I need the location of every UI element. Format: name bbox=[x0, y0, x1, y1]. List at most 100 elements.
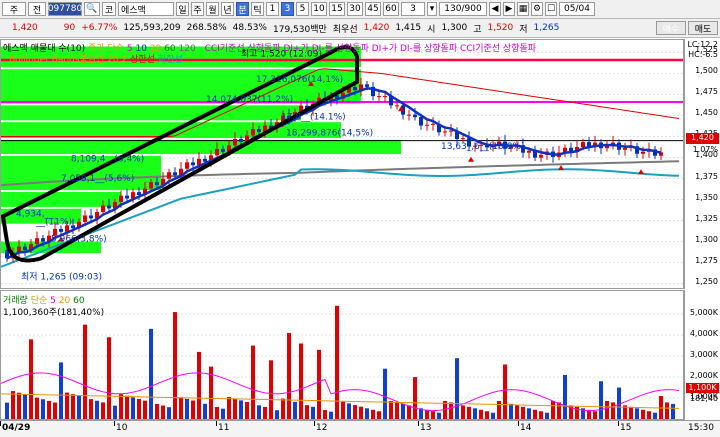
stock-name-field[interactable]: 에스맥 bbox=[118, 2, 174, 16]
time-label: 15 bbox=[620, 423, 632, 433]
stock-code-input[interactable]: 097780 bbox=[48, 2, 82, 16]
volume-bar bbox=[203, 403, 207, 419]
volume-bar bbox=[533, 409, 537, 419]
period-button-13[interactable]: 60 bbox=[383, 2, 399, 16]
volume-profile-bar bbox=[1, 139, 401, 154]
candle-body bbox=[203, 158, 207, 162]
market-label[interactable]: 코 bbox=[102, 2, 116, 16]
grid-icon[interactable]: ▦ bbox=[517, 2, 529, 16]
date-field[interactable]: 05/04 bbox=[559, 2, 595, 16]
signal-arrow bbox=[638, 169, 644, 175]
period-button-6[interactable]: 1 bbox=[266, 2, 279, 16]
bollinger-lower: 하한선 bbox=[157, 55, 183, 65]
price-tick: 1,250 bbox=[695, 276, 718, 286]
low-price: 1,265 bbox=[533, 23, 560, 33]
period-button-1[interactable]: 주 bbox=[191, 2, 204, 16]
volume-bar bbox=[413, 377, 417, 419]
volume-bar bbox=[515, 405, 519, 419]
best-ask: 1,420 bbox=[363, 23, 390, 33]
volume-chart-panel[interactable]: 거래량 단순 5 20 60 1,100,360주(181,40%) bbox=[0, 290, 684, 420]
volume-profile-label: 7,059,1__(5,6%) bbox=[61, 174, 134, 184]
volume-bar bbox=[659, 395, 663, 419]
volume-bar bbox=[641, 409, 645, 419]
candle-body bbox=[623, 147, 627, 150]
price-tick: 1,475 bbox=[695, 87, 718, 97]
turnover-rate: 48.53% bbox=[232, 23, 267, 33]
volume-bar bbox=[227, 397, 231, 419]
candle-body bbox=[527, 150, 531, 153]
volume-bar bbox=[275, 410, 279, 419]
next-icon[interactable]: ▶ bbox=[503, 2, 515, 16]
volume-bar bbox=[335, 305, 339, 419]
period-button-11[interactable]: 30 bbox=[347, 2, 363, 16]
candle-body bbox=[419, 117, 423, 126]
period-button-9[interactable]: 10 bbox=[311, 2, 327, 16]
candle-body bbox=[641, 151, 645, 154]
best-bid: 1,415 bbox=[395, 23, 422, 33]
price-chart-canvas[interactable]: 최고 1,520 (12:09)최저 1,265 (09:03)17,316,0… bbox=[1, 40, 683, 288]
volume-bar bbox=[161, 405, 165, 419]
volume-ratio: 268.58% bbox=[186, 23, 227, 33]
period-button-12[interactable]: 45 bbox=[365, 2, 381, 16]
volume-bar bbox=[233, 398, 237, 419]
price-tick: 1,500 bbox=[695, 66, 718, 76]
period-button-7[interactable]: 3 bbox=[281, 2, 294, 16]
candle-body bbox=[377, 96, 381, 98]
volume-bar bbox=[83, 324, 87, 419]
count-field[interactable]: 130/900 bbox=[439, 2, 487, 16]
volume-bar bbox=[89, 399, 93, 419]
period-button-10[interactable]: 15 bbox=[329, 2, 345, 16]
volume-bar bbox=[299, 343, 303, 419]
volume-bar bbox=[23, 394, 27, 419]
volume-bar bbox=[665, 402, 669, 419]
period-button-5[interactable]: 틱 bbox=[251, 2, 264, 16]
candle-body bbox=[383, 96, 387, 98]
volume-bar bbox=[35, 397, 39, 419]
high-price: 1,520 bbox=[487, 23, 514, 33]
buy-button[interactable]: 매수 bbox=[656, 21, 686, 35]
price-tick: 1,325 bbox=[695, 213, 718, 223]
period-button-4[interactable]: 분 bbox=[236, 2, 249, 16]
candle-body bbox=[581, 142, 585, 147]
volume-bar bbox=[359, 406, 363, 419]
indicator-di-1: DI+가 DI-를 상향돌파 bbox=[283, 44, 369, 54]
candle-body bbox=[41, 238, 45, 242]
volume-bar bbox=[503, 364, 507, 419]
volume-tick: 2,000K bbox=[689, 371, 718, 381]
search-icon[interactable]: 🔍 bbox=[84, 2, 100, 16]
sell-button[interactable]: 매도 bbox=[688, 21, 718, 35]
candle-body bbox=[101, 205, 105, 212]
volume-bar bbox=[473, 408, 477, 419]
volume-bar bbox=[383, 368, 387, 419]
chevron-down-icon[interactable]: ▾ bbox=[427, 2, 437, 16]
volume-bar bbox=[17, 392, 21, 419]
volume-axis: 5,000K 4,000K 3,000K 2,000K 1,000K 1,100K 181,… bbox=[684, 290, 720, 420]
volume-bar bbox=[185, 398, 189, 419]
settings-icon[interactable]: ⚙ bbox=[531, 2, 543, 16]
candle-body bbox=[185, 162, 189, 169]
prev-icon[interactable]: ◀ bbox=[489, 2, 501, 16]
indicator-cci-1: CCI기준선 상향돌파 bbox=[204, 44, 281, 54]
volume-profile-label: __(11%) bbox=[35, 218, 72, 228]
price-tick: 1,300 bbox=[695, 234, 718, 244]
volume-bar bbox=[317, 349, 321, 419]
date-checkbox[interactable]: ☐ bbox=[545, 2, 557, 16]
trade-amount: 179,530백만 bbox=[273, 24, 327, 35]
price-chart-panel[interactable]: 최고 1,520 (12:09) 최저 1,265 (09:03) 17,316,0… bbox=[0, 39, 684, 289]
volume-bar bbox=[53, 402, 57, 419]
market-select[interactable]: 주 bbox=[2, 2, 26, 16]
volume-bar bbox=[599, 381, 603, 419]
volume-profile-label: 14,074,037(11,2%) bbox=[206, 95, 293, 105]
period-button-8[interactable]: 5 bbox=[296, 2, 309, 16]
period-button-2[interactable]: 월 bbox=[206, 2, 219, 16]
signal-arrow bbox=[558, 165, 564, 171]
candle-body bbox=[425, 124, 429, 126]
period-button-3[interactable]: 년 bbox=[221, 2, 234, 16]
volume-bar bbox=[239, 400, 243, 419]
volume-bar bbox=[47, 400, 51, 419]
scope-radio[interactable]: 전 bbox=[28, 2, 46, 16]
interval-input[interactable]: 3 bbox=[401, 2, 425, 16]
period-button-0[interactable]: 일 bbox=[176, 2, 189, 16]
volume-bar bbox=[323, 410, 327, 419]
volume-value: 1,100,360주(181,40%) bbox=[3, 308, 105, 318]
